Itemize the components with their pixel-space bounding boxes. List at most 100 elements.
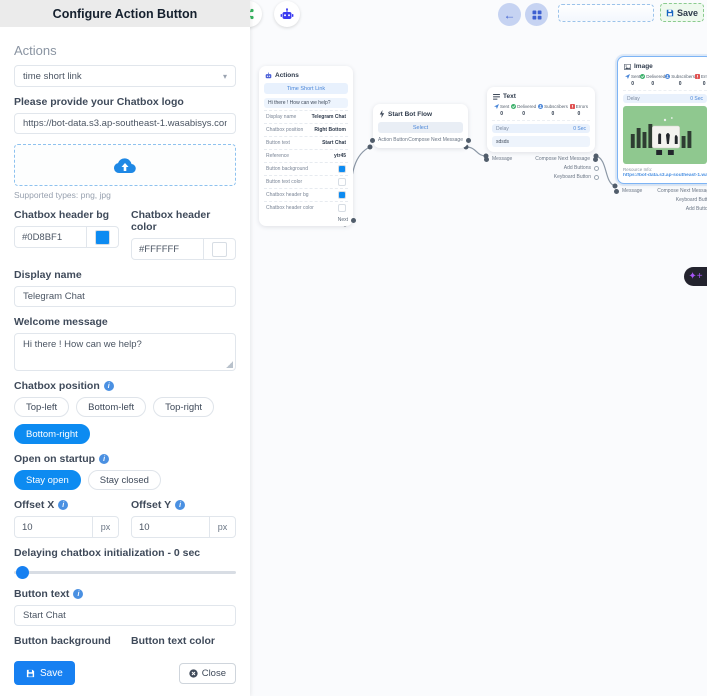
save-button[interactable]: Save [14, 661, 75, 685]
info-icon: i [175, 500, 185, 510]
button-text-label: Button texti [14, 588, 236, 600]
offset-y-input[interactable]: 10 px [131, 516, 236, 538]
resource-link[interactable]: https://bot-data.s3.ap-southeast-1.wasab… [623, 173, 707, 178]
color-swatch [212, 242, 227, 257]
start-bot-flow-node[interactable]: Start Bot Flow Select Action Button Comp… [373, 104, 468, 148]
chevron-down-icon: ▾ [223, 72, 227, 81]
text-node[interactable]: Text Sent0 Delivered0 Subscribers0 Error… [487, 87, 595, 180]
grid-view-button[interactable] [525, 3, 548, 26]
next-port[interactable]: Next [264, 214, 348, 224]
welcome-message-label: Welcome message [14, 316, 236, 328]
actions-bot-icon [265, 72, 272, 79]
resize-handle[interactable] [226, 361, 233, 368]
bot-button[interactable] [274, 1, 300, 27]
display-name-input[interactable]: Telegram Chat [14, 286, 236, 307]
ai-sparkle-icon: ✦+ [688, 271, 702, 282]
close-button[interactable]: Close [179, 663, 236, 684]
offset-y-unit: px [209, 517, 235, 537]
back-button[interactable]: ← [498, 3, 521, 26]
button-bg-label: Button background [14, 635, 119, 647]
image-node-delay[interactable]: Delay 0 Sec [623, 94, 707, 103]
position-top-right[interactable]: Top-right [153, 397, 214, 417]
color-swatch [338, 165, 346, 173]
position-top-left[interactable]: Top-left [14, 397, 69, 417]
start-right-port-dot [466, 138, 471, 143]
button-text-input[interactable]: Start Chat [14, 605, 236, 626]
errors-icon [695, 74, 700, 79]
node-row: Button textStart Chat [264, 136, 348, 149]
back-arrow-icon: ← [504, 8, 516, 22]
text-left-port-dot [484, 157, 489, 162]
image-node-title: Image [634, 63, 653, 70]
delay-slider[interactable] [14, 565, 236, 579]
slider-track[interactable] [14, 571, 236, 574]
logo-upload-dropzone[interactable] [14, 144, 236, 186]
image-node[interactable]: Image Sent0 Delivered0 Subscribers0 Erro… [617, 56, 707, 212]
color-swatch [338, 178, 346, 186]
subscribers-icon [665, 74, 670, 79]
next-port-dot[interactable] [351, 218, 356, 223]
share-button[interactable] [250, 1, 262, 27]
text-node-content[interactable]: sdsds [492, 136, 590, 147]
offset-x-input[interactable]: 10 px [14, 516, 119, 538]
cloud-upload-icon [113, 157, 137, 174]
node-row: Chatbox positionRight Bottom [264, 123, 348, 136]
text-right-port-add-buttons[interactable]: Add Buttons [564, 165, 595, 171]
add-buttons-port-dot [594, 166, 599, 171]
ai-assistant-button[interactable]: ✦+ [684, 267, 707, 286]
position-bottom-left[interactable]: Bottom-left [76, 397, 146, 417]
close-button-label: Close [202, 668, 226, 679]
image-icon [624, 64, 631, 70]
header-bg-input[interactable]: #0D8BF1 [14, 226, 119, 248]
header-color-label: Chatbox header color [131, 209, 236, 233]
image-right-port-keyboard[interactable]: Keyboard Button [676, 197, 707, 203]
flow-builder-app: ← Save ✦+ [0, 0, 707, 696]
image-node-header: Image [624, 63, 707, 70]
grid-icon [532, 10, 542, 20]
logo-label: Please provide your Chatbox logo [14, 96, 236, 108]
position-bottom-right[interactable]: Bottom-right [14, 424, 90, 444]
display-name-label: Display name [14, 269, 236, 281]
startup-stay-open[interactable]: Stay open [14, 470, 81, 490]
logo-url-input[interactable]: https://bot-data.s3.ap-southeast-1.wasab… [14, 113, 236, 134]
supported-types-hint: Supported types: png, jpg [14, 190, 236, 200]
sent-icon [625, 74, 630, 79]
delivered-icon [640, 74, 645, 79]
color-swatch [338, 204, 346, 212]
action-type-value: time short link [23, 71, 82, 82]
actions-section-label: Actions [14, 43, 236, 58]
bolt-icon [379, 110, 385, 118]
info-icon: i [99, 454, 109, 464]
text-node-header: Text [493, 93, 590, 100]
header-bg-swatch-button[interactable] [86, 227, 118, 247]
flow-canvas[interactable]: ← Save ✦+ [250, 0, 707, 696]
start-node-select-button[interactable]: Select [378, 122, 463, 133]
text-right-port-keyboard[interactable]: Keyboard Button [554, 174, 595, 180]
actions-node[interactable]: Actions Time Short Link Hi there ! How c… [259, 66, 353, 226]
keyboard-button-port-dot [594, 175, 599, 180]
header-color-input[interactable]: #FFFFFF [131, 238, 236, 260]
action-type-select[interactable]: time short link ▾ [14, 65, 236, 87]
image-right-port-compose[interactable]: Compose Next Message [657, 188, 707, 194]
start-right-port[interactable]: Compose Next Message [408, 137, 463, 143]
text-left-port[interactable]: Message [488, 156, 512, 162]
slider-thumb[interactable] [16, 566, 29, 579]
node-row: Display nameTelegram Chat [264, 110, 348, 123]
welcome-message-textarea[interactable]: Hi there ! How can we help? [14, 333, 236, 371]
start-left-port-dot [370, 138, 375, 143]
startup-stay-closed[interactable]: Stay closed [88, 470, 161, 490]
start-left-port[interactable]: Action Button [378, 137, 408, 143]
canvas-save-button[interactable]: Save [660, 3, 704, 22]
text-node-title: Text [503, 93, 516, 100]
text-icon [493, 94, 500, 100]
image-node-preview[interactable] [623, 106, 707, 164]
text-node-delay[interactable]: Delay 0 Sec [492, 124, 590, 133]
header-color-swatch-button[interactable] [203, 239, 235, 259]
flow-name-input[interactable] [558, 4, 654, 22]
resource-info-label: Resource Info: [623, 167, 707, 172]
actions-node-action-pill[interactable]: Time Short Link [264, 83, 348, 94]
image-left-port[interactable]: Message [618, 188, 642, 194]
image-right-port-add-buttons[interactable]: Add Buttons [686, 206, 707, 212]
text-right-port-compose[interactable]: Compose Next Message [535, 156, 594, 162]
button-text-color-label: Button text color [131, 635, 236, 647]
